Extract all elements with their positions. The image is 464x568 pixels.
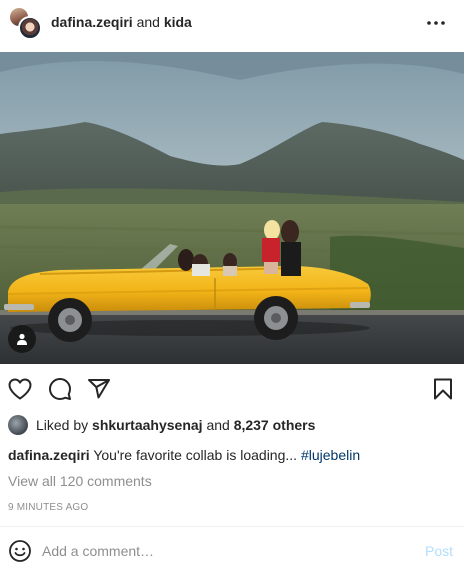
caption-username[interactable]: dafina.zeqiri [8,447,90,463]
view-all-comments-link[interactable]: View all 120 comments [8,472,152,490]
comment-icon [49,378,71,400]
smiley-icon [9,540,31,562]
post-timestamp[interactable]: 9 MINUTES AGO [8,502,88,514]
user-tag-icon [17,333,27,345]
like-button[interactable] [7,376,33,402]
likes-others-link[interactable]: 8,237 others [234,417,316,433]
paper-plane-icon [88,379,110,399]
emoji-button[interactable] [8,539,32,563]
caption-hashtag[interactable]: #lujebelin [301,447,360,463]
post-owners: dafina.zeqiri and kida [51,14,192,30]
collaborator-username[interactable]: kida [164,14,192,30]
likes-prefix: Liked by [36,417,89,433]
more-horizontal-icon [427,21,445,25]
owners-and: and [136,14,160,30]
comment-input[interactable] [42,541,412,561]
post-caption: dafina.zeqiri You're favorite collab is … [8,446,360,464]
comment-button[interactable] [47,376,73,402]
post-header: dafina.zeqiri and kida [0,0,464,52]
heart-icon [8,378,32,400]
collab-avatars[interactable] [8,6,42,40]
owner-username[interactable]: dafina.zeqiri [51,14,133,30]
caption-text: You're favorite collab is loading... [93,447,298,463]
share-button[interactable] [86,376,112,402]
photo-image [0,52,464,364]
comment-bar: Post [0,527,464,568]
liker-avatar[interactable] [8,415,28,435]
post-comment-button[interactable]: Post [425,543,453,559]
likes-summary: Liked by shkurtaahysenaj and 8,237 other… [8,414,315,436]
post-photo[interactable] [0,52,464,364]
collaborator-avatar[interactable] [18,16,42,40]
more-options-button[interactable] [424,13,448,33]
post-actions [0,364,464,412]
save-button[interactable] [430,376,456,402]
bookmark-icon [434,378,452,400]
likes-and: and [206,417,230,433]
liker-username[interactable]: shkurtaahysenaj [92,417,203,433]
tagged-users-button[interactable] [8,325,36,353]
